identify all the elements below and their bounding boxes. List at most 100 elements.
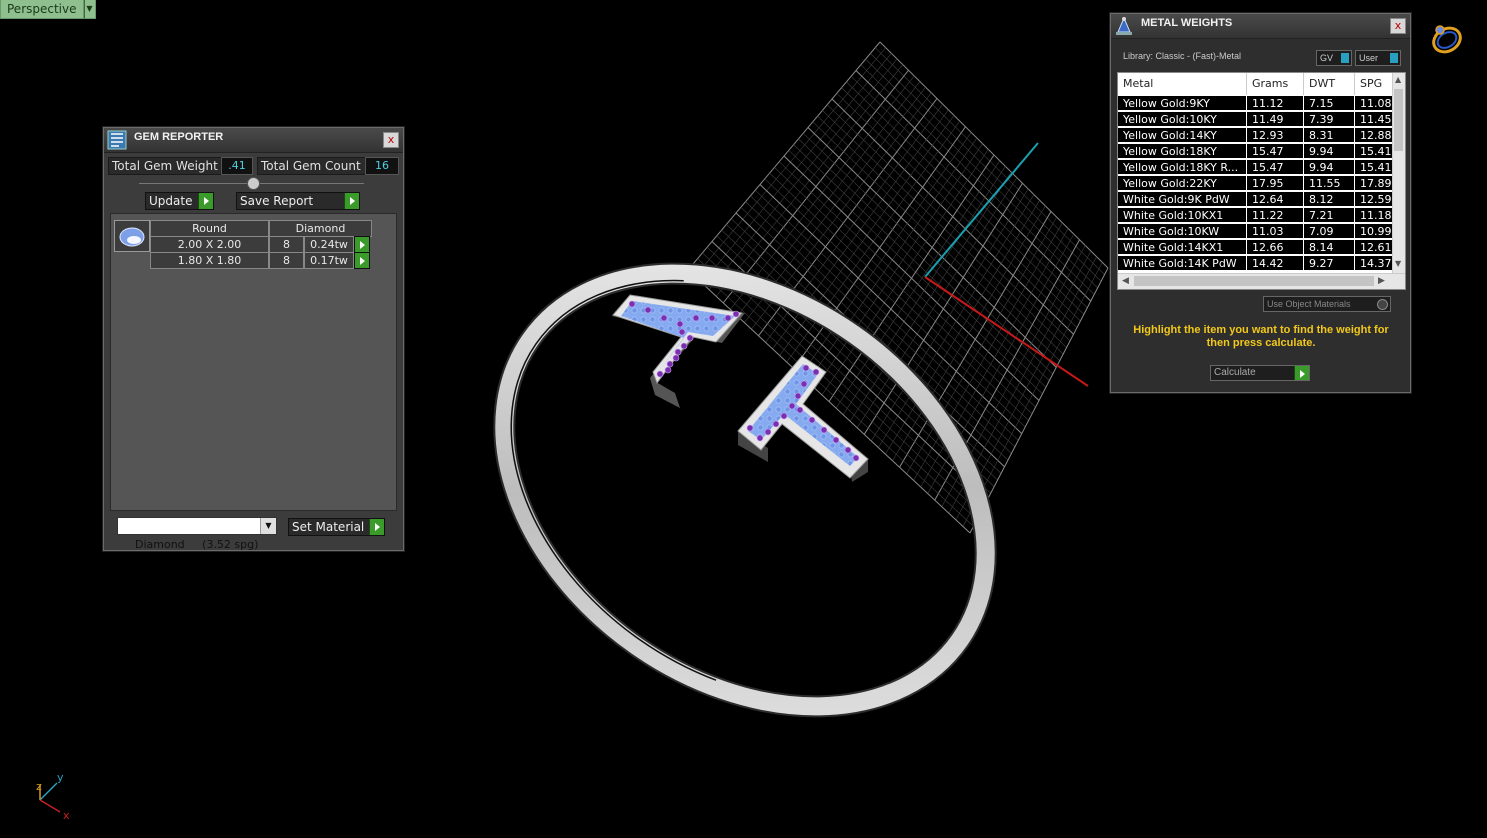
user-toggle-indicator — [1390, 53, 1398, 63]
metal-table-cell: 12.64 — [1247, 192, 1304, 207]
metal-column-header[interactable]: Metal — [1118, 73, 1247, 95]
metal-weights-table[interactable]: Metal Grams DWT SPG Yellow Gold:9KY 11.12 7.1… — [1117, 72, 1406, 290]
metal-table-row[interactable]: White Gold:14K PdW 14.42 9.27 14.37 — [1118, 256, 1399, 271]
gem-prong — [772, 420, 780, 428]
metal-table-row[interactable]: Yellow Gold:10KY 11.49 7.39 11.45 — [1118, 112, 1399, 127]
gem-prong — [628, 300, 636, 308]
gem-row-go-icon — [355, 237, 369, 252]
material-select-value: Diamond (3.52 spg) — [135, 538, 259, 551]
t-element-right[interactable] — [737, 355, 869, 482]
update-button[interactable]: Update — [145, 192, 214, 210]
metal-table-cell: 8.31 — [1304, 128, 1355, 143]
metal-table-cell: 9.27 — [1304, 256, 1355, 271]
metal-table-row[interactable]: White Gold:14KX1 12.66 8.14 12.61 — [1118, 240, 1399, 255]
scroll-left-icon[interactable]: ◀ — [1122, 276, 1129, 286]
user-toggle-label: User — [1359, 53, 1379, 63]
gem-prong — [852, 454, 860, 462]
horizontal-scroll-thumb[interactable] — [1134, 276, 1374, 286]
gem-row-size[interactable]: 2.00 X 2.00 — [150, 236, 269, 253]
save-report-go-icon — [344, 193, 359, 209]
gem-prong — [732, 310, 740, 318]
metal-table-cell: 7.39 — [1304, 112, 1355, 127]
gem-row-weight: 0.24tw — [304, 236, 354, 253]
gem-prong — [812, 368, 820, 376]
metal-table-cell: 7.21 — [1304, 208, 1355, 223]
metal-table-cell: 11.49 — [1247, 112, 1304, 127]
gem-prong — [664, 366, 672, 374]
metal-column-header[interactable]: DWT — [1304, 73, 1355, 95]
gem-row-weight: 0.17tw — [304, 252, 354, 269]
gem-list-area: Round Diamond 2.00 X 2.00 8 0.24tw 1.80 … — [110, 213, 397, 511]
metal-table-row[interactable]: Yellow Gold:18KY R... 15.47 9.94 15.41 — [1118, 160, 1399, 175]
metal-table-row[interactable]: White Gold:10KX1 11.22 7.21 11.18 — [1118, 208, 1399, 223]
chevron-down-icon[interactable]: ▼ — [260, 518, 276, 534]
gem-reporter-title: GEM REPORTER — [134, 131, 224, 143]
metal-table-row[interactable]: White Gold:9K PdW 12.64 8.12 12.59 — [1118, 192, 1399, 207]
gem-row-go-icon — [355, 253, 369, 268]
gem-prong — [692, 314, 700, 322]
metal-table-cell: 15.47 — [1247, 160, 1304, 175]
round-stone-thumbnail[interactable] — [114, 220, 150, 252]
metal-table-cell: Yellow Gold:14KY — [1118, 128, 1247, 143]
material-select[interactable]: Diamond (3.52 spg) ▼ — [117, 517, 277, 551]
vertical-scrollbar[interactable]: ▲ ▼ — [1392, 73, 1405, 273]
metal-table-row[interactable]: Yellow Gold:22KY 17.95 11.55 17.89 — [1118, 176, 1399, 191]
metal-table-cell: Yellow Gold:10KY — [1118, 112, 1247, 127]
scroll-down-icon[interactable]: ▼ — [1395, 259, 1401, 268]
calculate-button[interactable]: Calculate — [1210, 365, 1310, 381]
axis-z-label: z — [36, 780, 42, 793]
metal-table-row[interactable]: Yellow Gold:14KY 12.93 8.31 12.88 — [1118, 128, 1399, 143]
metal-table-cell: Yellow Gold:22KY — [1118, 176, 1247, 191]
gem-reporter-titlebar[interactable]: GEM REPORTER x — [104, 128, 403, 153]
metal-weights-hint: Highlight the item you want to find the … — [1133, 324, 1389, 349]
metal-table-cell: 12.66 — [1247, 240, 1304, 255]
ring-icon[interactable] — [1429, 23, 1464, 56]
gem-row-go-button[interactable] — [354, 252, 370, 269]
metal-weights-titlebar[interactable]: METAL WEIGHTS x — [1111, 14, 1410, 39]
scroll-right-icon[interactable]: ▶ — [1378, 276, 1385, 286]
bangle-band[interactable] — [421, 184, 1068, 796]
gem-row-go-button[interactable] — [354, 236, 370, 253]
metal-table-row[interactable]: White Gold:10KW 11.03 7.09 10.99 — [1118, 224, 1399, 239]
viewport-selector[interactable]: Perspective ▼ — [0, 0, 96, 19]
metal-table-cell: White Gold:14K PdW — [1118, 256, 1247, 271]
scroll-up-icon[interactable]: ▲ — [1395, 75, 1401, 84]
gem-prong — [724, 314, 732, 322]
gem-prong — [674, 348, 682, 356]
horizontal-scrollbar[interactable]: ◀ ▶ — [1118, 273, 1405, 289]
metal-table-cell: 14.42 — [1247, 256, 1304, 271]
metal-table-row[interactable]: Yellow Gold:9KY 11.12 7.15 11.08 — [1118, 96, 1399, 111]
update-go-icon — [198, 193, 213, 209]
set-material-go-icon — [369, 519, 384, 535]
set-material-button[interactable]: Set Material — [288, 518, 385, 536]
viewport-name[interactable]: Perspective — [0, 0, 84, 19]
save-report-button-label: Save Report — [240, 194, 314, 208]
total-gem-weight-value: .41 — [221, 157, 253, 175]
metal-column-header[interactable]: Grams — [1247, 73, 1304, 95]
gem-prong — [666, 360, 674, 368]
user-toggle[interactable]: User — [1355, 50, 1401, 66]
metal-table-row[interactable]: Yellow Gold:18KY 15.47 9.94 15.41 — [1118, 144, 1399, 159]
metal-table-cell: White Gold:9K PdW — [1118, 192, 1247, 207]
metal-table-cell: Yellow Gold:18KY — [1118, 144, 1247, 159]
gem-prong — [678, 328, 686, 336]
t-element-left[interactable] — [612, 294, 745, 408]
gv-toggle-label: GV — [1320, 53, 1334, 63]
use-object-materials-toggle[interactable]: Use Object Materials — [1263, 296, 1391, 312]
save-report-button[interactable]: Save Report — [236, 192, 360, 210]
gem-prong — [708, 314, 716, 322]
gem-prong — [808, 416, 816, 424]
metal-table-cell: Yellow Gold:18KY R... — [1118, 160, 1247, 175]
metal-table-cell: 7.09 — [1304, 224, 1355, 239]
vertical-scroll-thumb[interactable] — [1394, 89, 1403, 151]
metal-weights-close-icon[interactable]: x — [1390, 18, 1406, 34]
viewport-dropdown-icon[interactable]: ▼ — [83, 0, 96, 19]
gem-prong — [656, 370, 664, 378]
gem-material-header: Diamond — [269, 220, 372, 237]
gem-row-size[interactable]: 1.80 X 1.80 — [150, 252, 269, 269]
gem-reporter-close-icon[interactable]: x — [383, 132, 399, 148]
splitter-handle[interactable] — [247, 177, 260, 190]
metal-weights-title: METAL WEIGHTS — [1141, 17, 1233, 29]
gv-toggle[interactable]: GV — [1316, 50, 1352, 66]
axis-x-label: x — [63, 809, 70, 822]
